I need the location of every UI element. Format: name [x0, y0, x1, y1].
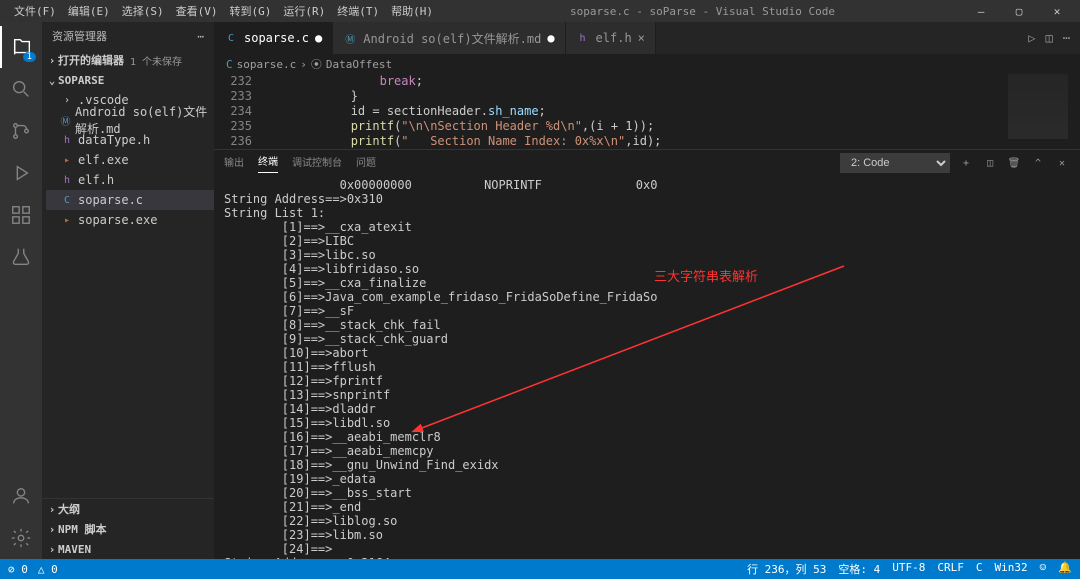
workspace-header[interactable]: ⌄ SOPARSE: [42, 70, 214, 90]
settings-icon[interactable]: [0, 517, 42, 559]
editor-tab[interactable]: Csoparse.c ●: [214, 22, 333, 54]
status-bell-icon[interactable]: 🔔: [1058, 561, 1072, 577]
sidebar-section[interactable]: ›NPM 脚本: [42, 519, 214, 539]
file-label: soparse.c: [78, 193, 143, 207]
source-control-icon[interactable]: [0, 110, 42, 152]
panel: 输出终端调试控制台问题 2: Code + ◫ 🗑 ^ ✕ 0x00000000…: [214, 149, 1080, 559]
file-label: Android so(elf)文件解析.md: [75, 103, 214, 137]
file-item[interactable]: h elf.h: [46, 170, 214, 190]
maximize-panel-icon[interactable]: ^: [1030, 158, 1046, 169]
folder-icon: ›: [60, 93, 74, 107]
breadcrumb[interactable]: C soparse.c › ⦿ DataOffest: [214, 54, 1080, 74]
h-icon: h: [576, 31, 590, 45]
testing-icon[interactable]: [0, 236, 42, 278]
m-icon: Ⓜ: [343, 31, 357, 45]
menu-view[interactable]: 查看(V): [170, 3, 224, 19]
account-icon[interactable]: [0, 475, 42, 517]
close-panel-icon[interactable]: ✕: [1054, 158, 1070, 169]
file-item[interactable]: ⓂAndroid so(elf)文件解析.md: [46, 110, 214, 130]
open-editors-header[interactable]: › 打开的编辑器 1 个未保存: [42, 50, 214, 70]
menu-run[interactable]: 运行(R): [277, 3, 331, 19]
file-item[interactable]: Csoparse.c: [46, 190, 214, 210]
title-bar: 文件(F) 编辑(E) 选择(S) 查看(V) 转到(G) 运行(R) 终端(T…: [0, 0, 1080, 22]
m-icon: Ⓜ: [60, 113, 71, 127]
new-terminal-icon[interactable]: +: [958, 158, 974, 169]
panel-tab[interactable]: 调试控制台: [292, 154, 342, 173]
status-bar: ⊘ 0 △ 0 行 236，列 53 空格: 4 UTF-8 CRLF C Wi…: [0, 559, 1080, 579]
c-icon: C: [60, 193, 74, 207]
close-button[interactable]: ✕: [1042, 5, 1072, 18]
trash-icon[interactable]: 🗑: [1006, 158, 1022, 169]
h-icon: h: [60, 133, 74, 147]
explorer-badge: 1: [23, 52, 36, 62]
file-label: soparse.exe: [78, 213, 157, 227]
tab-label: soparse.c: [244, 31, 309, 45]
status-spaces[interactable]: 空格: 4: [838, 561, 880, 577]
annotation-text: 三大字符串表解析: [654, 266, 758, 285]
file-item[interactable]: ▸ soparse.exe: [46, 210, 214, 230]
sidebar-title: 资源管理器 ⋯: [42, 22, 214, 50]
exe-icon: ▸: [60, 153, 74, 167]
maximize-button[interactable]: ▢: [1004, 5, 1034, 18]
c-icon: C: [224, 31, 238, 45]
tab-bar: Csoparse.c ● Ⓜ Android so(elf)文件解析.md ● h elf.…: [214, 22, 1080, 54]
tab-label: Android so(elf)文件解析.md: [363, 30, 541, 47]
tab-more-icon[interactable]: ⋯: [1063, 31, 1070, 45]
dirty-indicator-icon: ●: [547, 31, 554, 45]
minimize-button[interactable]: —: [966, 5, 996, 18]
menu-file[interactable]: 文件(F): [8, 3, 62, 19]
editor-area: Csoparse.c ● Ⓜ Android so(elf)文件解析.md ● h elf.…: [214, 22, 1080, 559]
status-eol[interactable]: CRLF: [937, 561, 964, 577]
file-label: elf.exe: [78, 153, 129, 167]
status-lang[interactable]: C: [976, 561, 983, 577]
run-icon[interactable]: ▷: [1028, 31, 1035, 45]
status-feedback-icon[interactable]: ☺: [1040, 561, 1047, 577]
editor-tab[interactable]: h elf.h ×: [566, 22, 656, 54]
panel-tab[interactable]: 输出: [224, 154, 244, 173]
status-errors[interactable]: ⊘ 0: [8, 563, 28, 576]
status-os[interactable]: Win32: [995, 561, 1028, 577]
terminal-output[interactable]: 0x00000000 NOPRINTF 0x0 String Address==…: [214, 176, 1080, 559]
sidebar-section[interactable]: ›大纲: [42, 499, 214, 519]
code-editor[interactable]: 232233234235236 break; } id = sectionHea…: [214, 74, 1080, 149]
sidebar: 资源管理器 ⋯ › 打开的编辑器 1 个未保存 ⌄ SOPARSE ›.vsco…: [42, 22, 214, 559]
file-tree: ›.vscodeⓂAndroid so(elf)文件解析.mdhdataType…: [42, 90, 214, 230]
activity-bar: 1: [0, 22, 42, 559]
panel-tabs: 输出终端调试控制台问题 2: Code + ◫ 🗑 ^ ✕: [214, 150, 1080, 176]
status-line-col[interactable]: 行 236，列 53: [747, 561, 826, 577]
debug-icon[interactable]: [0, 152, 42, 194]
exe-icon: ▸: [60, 213, 74, 227]
extensions-icon[interactable]: [0, 194, 42, 236]
editor-tab[interactable]: Ⓜ Android so(elf)文件解析.md ●: [333, 22, 565, 54]
dirty-indicator-icon: ●: [315, 31, 322, 45]
panel-tab[interactable]: 终端: [258, 153, 278, 173]
terminal-select[interactable]: 2: Code: [840, 153, 950, 173]
h-icon: h: [60, 173, 74, 187]
menu-terminal[interactable]: 终端(T): [331, 3, 385, 19]
status-encoding[interactable]: UTF-8: [892, 561, 925, 577]
sidebar-section[interactable]: ›MAVEN: [42, 539, 214, 559]
status-warnings[interactable]: △ 0: [38, 563, 58, 576]
file-label: dataType.h: [78, 133, 150, 147]
file-item[interactable]: ▸ elf.exe: [46, 150, 214, 170]
menu-edit[interactable]: 编辑(E): [62, 3, 116, 19]
menu-go[interactable]: 转到(G): [224, 3, 278, 19]
window-title: soparse.c - soParse - Visual Studio Code: [439, 5, 966, 18]
panel-tab[interactable]: 问题: [356, 154, 376, 173]
minimap[interactable]: [1008, 74, 1068, 139]
tab-label: elf.h: [596, 31, 632, 45]
split-icon[interactable]: ◫: [1046, 31, 1053, 45]
close-tab-icon[interactable]: ×: [638, 31, 645, 45]
split-terminal-icon[interactable]: ◫: [982, 158, 998, 169]
sidebar-more-icon[interactable]: ⋯: [197, 30, 204, 43]
explorer-icon[interactable]: 1: [0, 26, 42, 68]
search-icon[interactable]: [0, 68, 42, 110]
menu-selection[interactable]: 选择(S): [116, 3, 170, 19]
file-label: elf.h: [78, 173, 114, 187]
menu-help[interactable]: 帮助(H): [385, 3, 439, 19]
